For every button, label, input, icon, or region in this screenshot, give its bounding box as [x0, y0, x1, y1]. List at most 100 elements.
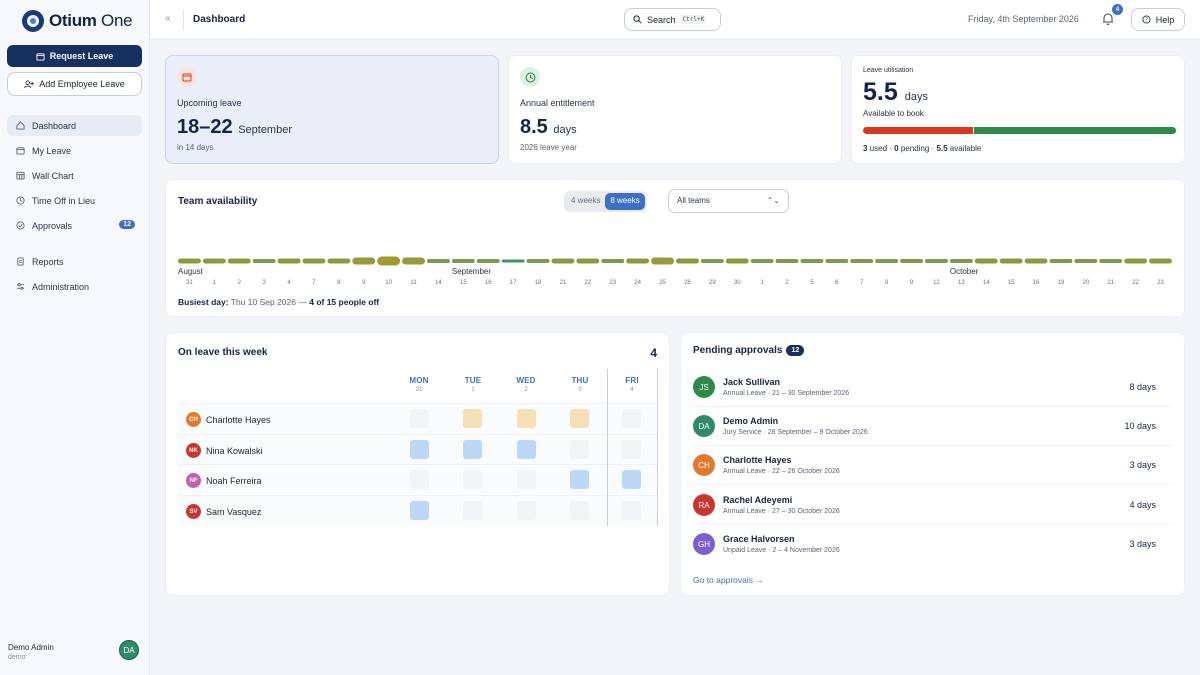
day-tick-label: 2	[238, 280, 242, 286]
search-button[interactable]: Search Ctrl+K	[624, 8, 721, 31]
availability-bar[interactable]	[451, 259, 475, 263]
approval-detail: Unpaid Leave · 2 – 4 November 2026	[723, 547, 840, 554]
approval-item[interactable]: DA Demo Admin Jury Service · 28 Septembe…	[693, 407, 1173, 446]
availability-bar[interactable]	[825, 259, 849, 263]
approval-name: Grace Halvorsen	[723, 534, 795, 544]
approval-item[interactable]: CH Charlotte Hayes Annual Leave · 22 – 2…	[693, 446, 1173, 485]
availability-bar[interactable]	[875, 259, 899, 263]
availability-bar[interactable]	[402, 257, 425, 265]
day-number: 4	[630, 387, 634, 393]
logo-text-light: One	[96, 11, 133, 30]
approval-item[interactable]: JS Jack Sullivan Annual Leave · 21 – 30 …	[693, 368, 1173, 407]
day-header-mon: MON 31	[399, 376, 439, 393]
day-tick-label: 20	[1083, 280, 1090, 286]
day-tick-label: 22	[1132, 280, 1139, 286]
availability-bar[interactable]	[501, 259, 525, 263]
calendar-plus-icon	[36, 52, 45, 61]
availability-bar[interactable]	[676, 258, 699, 264]
availability-bar[interactable]	[1099, 259, 1123, 263]
availability-bar[interactable]	[1124, 258, 1148, 264]
availability-bar[interactable]	[302, 258, 326, 264]
availability-bar[interactable]	[775, 259, 799, 263]
availability-bar[interactable]	[551, 258, 575, 264]
availability-bar[interactable]	[700, 259, 724, 263]
upcoming-leave-card[interactable]: Upcoming leave 18–22 September in 14 day…	[165, 55, 499, 164]
breadcrumb: Dashboard	[193, 14, 246, 25]
current-user[interactable]: Demo Admin demo DA	[8, 640, 142, 661]
day-tick-label: 12	[933, 280, 940, 286]
availability-bar[interactable]	[850, 259, 874, 263]
availability-bar[interactable]	[227, 258, 251, 264]
availability-bar[interactable]	[900, 259, 923, 263]
month-label: September	[452, 267, 491, 276]
availability-bar[interactable]	[999, 258, 1023, 264]
availability-bar[interactable]	[576, 258, 600, 264]
availability-bar[interactable]	[252, 259, 276, 263]
add-employee-leave-button[interactable]: Add Employee Leave	[7, 72, 142, 96]
avatar: CH	[693, 454, 715, 476]
app-logo[interactable]: Otium One	[22, 10, 133, 32]
availability-bar[interactable]	[377, 256, 401, 266]
day-number: 3	[578, 387, 582, 393]
utilisation-legend: 3 used · 0 pending · 5.5 available	[863, 144, 982, 153]
table-row[interactable]: SV Sam Vasquez	[178, 495, 657, 525]
day-tick-label: 2	[785, 280, 789, 286]
availability-bar[interactable]	[925, 259, 948, 263]
go-to-approvals-link[interactable]: Go to approvals →	[693, 575, 764, 585]
approval-item[interactable]: GH Grace Halvorsen Unpaid Leave · 2 – 4 …	[693, 525, 1173, 564]
team-filter-select[interactable]: All teams ⌃⌄	[668, 189, 789, 213]
request-leave-button[interactable]: Request Leave	[7, 45, 142, 67]
range-option-4-weeks[interactable]: 4 weeks	[566, 193, 605, 210]
availability-bar[interactable]	[427, 259, 450, 263]
avatar[interactable]: DA	[119, 640, 139, 660]
top-header: « Dashboard Search Ctrl+K Friday, 4th Se…	[150, 0, 1200, 40]
day-tick-label: 4	[287, 280, 291, 286]
range-option-8-weeks[interactable]: 8 weeks	[605, 193, 645, 210]
availability-bar[interactable]	[1074, 259, 1098, 263]
availability-bar[interactable]	[327, 258, 351, 264]
availability-bar[interactable]	[949, 259, 973, 263]
team-filter-value: All teams	[677, 196, 710, 205]
day-name: WED	[516, 376, 536, 385]
availability-bar[interactable]	[1049, 259, 1073, 263]
collapse-sidebar-icon[interactable]: «	[165, 13, 171, 24]
help-button[interactable]: ? Help	[1131, 8, 1185, 31]
availability-bar[interactable]	[725, 258, 749, 264]
availability-bar[interactable]	[1024, 258, 1048, 264]
availability-bar[interactable]	[178, 258, 201, 264]
availability-bar[interactable]	[626, 258, 650, 264]
table-row[interactable]: CH Charlotte Hayes	[178, 403, 657, 433]
availability-bar[interactable]	[352, 257, 376, 265]
day-tick-label: 21	[560, 280, 567, 286]
availability-bar[interactable]	[651, 257, 674, 265]
sidebar-item-label: Approvals	[32, 220, 73, 231]
leave-cell-none	[410, 470, 429, 489]
day-tick-label: 6	[835, 280, 839, 286]
availability-bar[interactable]	[202, 258, 226, 264]
approval-item[interactable]: RA Rachel Adeyemi Annual Leave · 27 – 30…	[693, 486, 1173, 525]
table-row[interactable]: NK Nina Kowalski	[178, 434, 657, 464]
availability-bar[interactable]	[750, 259, 774, 263]
availability-bar[interactable]	[1149, 258, 1172, 264]
availability-bar[interactable]	[601, 259, 625, 263]
availability-bar[interactable]	[277, 258, 301, 264]
day-tick-label: 23	[1157, 280, 1164, 286]
sidebar-item-wall-chart[interactable]: Wall Chart	[7, 165, 142, 186]
leave-cell-none	[463, 470, 482, 489]
sidebar-item-my-leave[interactable]: My Leave	[7, 140, 142, 161]
leave-cell-none	[622, 501, 641, 520]
table-row[interactable]: NF Noah Ferreira	[178, 464, 657, 494]
availability-bar[interactable]	[800, 259, 824, 263]
sidebar-item-approvals[interactable]: Approvals 12	[7, 215, 142, 236]
approval-detail: Annual Leave · 27 – 30 October 2026	[723, 508, 840, 515]
availability-bar[interactable]	[526, 259, 550, 263]
bell-icon[interactable]	[1101, 12, 1115, 26]
sidebar-item-dashboard[interactable]: Dashboard	[7, 115, 142, 136]
day-tick-label: 15	[1008, 280, 1015, 286]
sidebar-item-reports[interactable]: Reports	[7, 251, 142, 272]
availability-bar[interactable]	[476, 259, 500, 263]
sidebar-item-administration[interactable]: Administration	[7, 276, 142, 297]
help-icon: ?	[1142, 15, 1151, 24]
availability-bar[interactable]	[974, 258, 998, 264]
sidebar-item-time-off-in-lieu[interactable]: Time Off in Lieu	[7, 190, 142, 211]
